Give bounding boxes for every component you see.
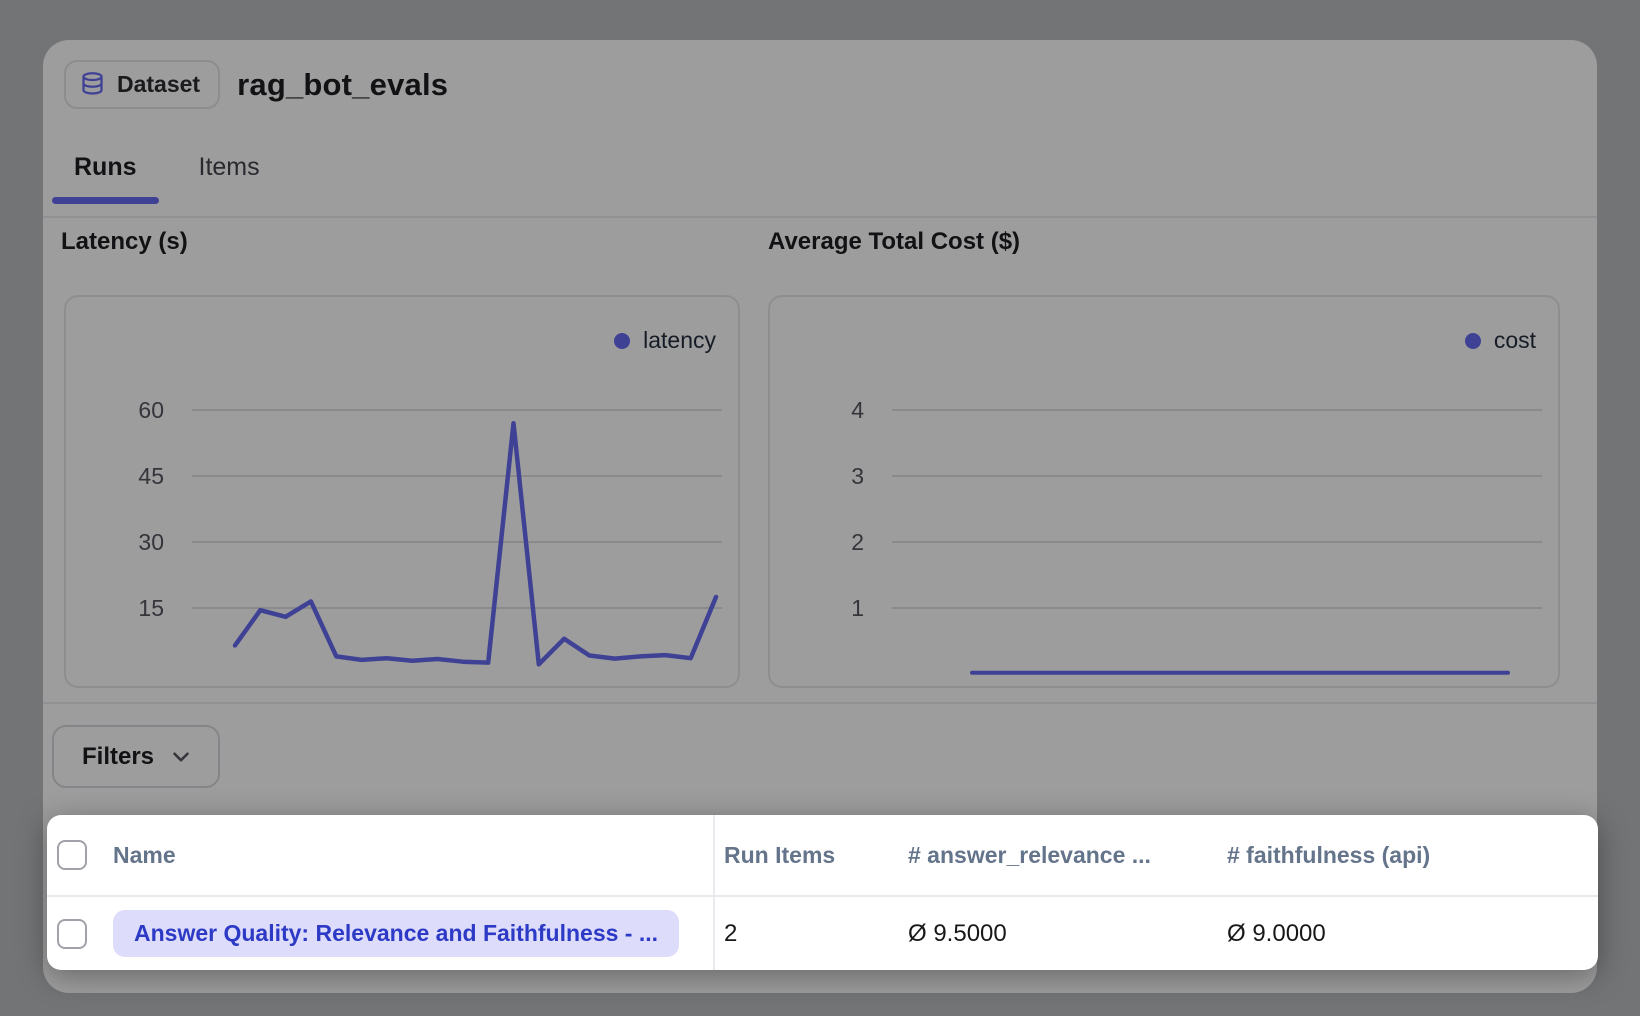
y-axis-tick-label: 4: [851, 397, 864, 423]
faithfulness-cell: Ø 9.0000: [1219, 897, 1598, 970]
cost-legend-dot: [1465, 333, 1481, 349]
y-axis-tick-label: 60: [138, 397, 164, 423]
y-axis-tick-label: 30: [138, 529, 164, 555]
table-row: Answer Quality: Relevance and Faithfulne…: [47, 897, 1598, 970]
y-axis-tick-label: 3: [851, 463, 864, 489]
y-axis-tick-label: 45: [138, 463, 164, 489]
dataset-detail-card: Dataset rag_bot_evals Runs Items Latency…: [43, 40, 1597, 993]
cost-legend: cost: [1465, 327, 1536, 354]
y-axis-tick-label: 1: [851, 595, 864, 621]
row-checkbox[interactable]: [57, 919, 87, 949]
chevron-down-icon: [168, 744, 194, 770]
latency-chart: 60 45 30 15 latency: [64, 295, 740, 688]
latency-line-plot: 60 45 30 15: [66, 297, 738, 686]
latency-series-line: [235, 423, 716, 664]
runs-table: Name Run Items # answer_relevance ... # …: [47, 815, 1598, 970]
column-header-faithfulness: # faithfulness (api): [1219, 815, 1598, 895]
tab-runs[interactable]: Runs: [52, 153, 159, 204]
table-header-row: Name Run Items # answer_relevance ... # …: [47, 815, 1598, 897]
cost-line-plot: 4 3 2 1: [770, 297, 1558, 686]
latency-legend-dot: [614, 333, 630, 349]
latency-chart-title: Latency (s): [61, 228, 188, 256]
latency-legend-label: latency: [643, 327, 716, 354]
column-header-answer-relevance: # answer_relevance ...: [899, 815, 1219, 895]
section-divider: [43, 702, 1597, 704]
page-title: rag_bot_evals: [237, 67, 448, 103]
select-all-checkbox[interactable]: [57, 840, 87, 870]
y-axis-tick-label: 15: [138, 595, 164, 621]
run-name-link[interactable]: Answer Quality: Relevance and Faithfulne…: [113, 910, 679, 957]
dataset-badge: Dataset: [64, 60, 220, 109]
column-header-run-items: Run Items: [713, 815, 899, 895]
dataset-badge-label: Dataset: [117, 71, 200, 98]
database-icon: [79, 71, 106, 98]
tab-bar-divider: [43, 216, 1597, 218]
column-header-name: Name: [113, 815, 713, 895]
filters-button[interactable]: Filters: [52, 725, 220, 788]
tab-items[interactable]: Items: [177, 153, 282, 204]
dataset-header: Dataset rag_bot_evals: [64, 60, 448, 109]
answer-relevance-cell: Ø 9.5000: [899, 897, 1219, 970]
filters-button-label: Filters: [82, 743, 154, 771]
run-items-cell: 2: [713, 897, 899, 970]
cost-chart: 4 3 2 1 cost: [768, 295, 1560, 688]
cost-chart-title: Average Total Cost ($): [768, 228, 1020, 256]
tab-bar: Runs Items: [52, 153, 282, 204]
latency-legend: latency: [614, 327, 716, 354]
cost-legend-label: cost: [1494, 327, 1536, 354]
y-axis-tick-label: 2: [851, 529, 864, 555]
